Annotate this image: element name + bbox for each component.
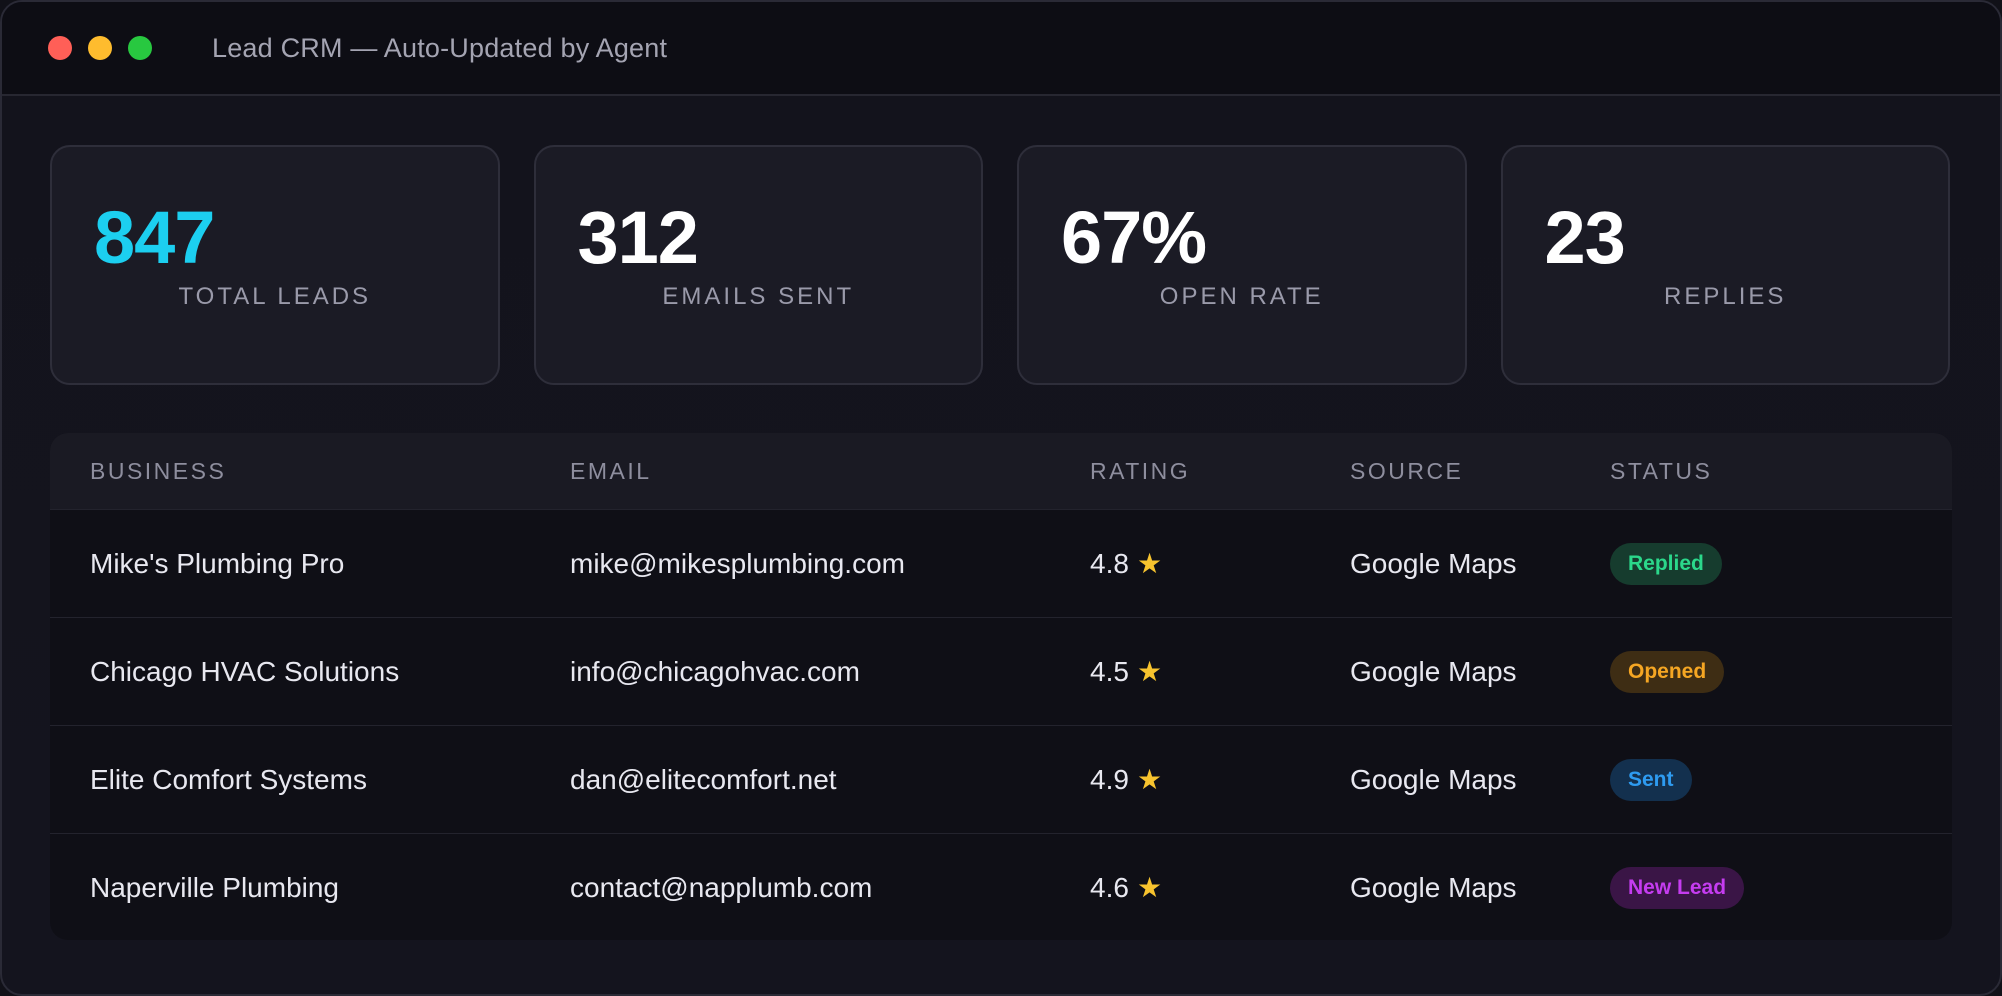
column-header-rating[interactable]: RATING xyxy=(1090,458,1350,485)
stat-card-open-rate: 67% OPEN RATE xyxy=(1017,145,1467,385)
rating-value: 4.8 xyxy=(1090,547,1129,579)
window-title: Lead CRM — Auto-Updated by Agent xyxy=(212,32,668,63)
stat-label: TOTAL LEADS xyxy=(178,283,372,310)
status-badge: Replied xyxy=(1610,542,1722,585)
status-cell: New Lead xyxy=(1610,866,1952,909)
business-name: Chicago HVAC Solutions xyxy=(90,655,400,687)
table-row[interactable]: Naperville Plumbing contact@napplumb.com… xyxy=(50,833,1952,940)
rating-cell: 4.8 ★ xyxy=(1090,547,1350,580)
stats-cards: 847 TOTAL LEADS 312 EMAILS SENT 67% OPEN… xyxy=(50,145,1950,385)
star-icon: ★ xyxy=(1136,656,1163,687)
source: Google Maps xyxy=(1350,547,1517,579)
status-badge: Sent xyxy=(1610,758,1692,801)
rating-value: 4.5 xyxy=(1090,655,1129,687)
column-header-source[interactable]: SOURCE xyxy=(1350,458,1610,485)
status-cell: Opened xyxy=(1610,650,1952,693)
column-header-email[interactable]: EMAIL xyxy=(570,458,1090,485)
stat-value: 312 xyxy=(577,196,699,279)
star-icon: ★ xyxy=(1136,548,1163,579)
email-address: info@chicagohvac.com xyxy=(570,655,860,687)
column-header-status[interactable]: STATUS xyxy=(1610,458,1952,485)
star-icon: ★ xyxy=(1136,764,1163,795)
rating-cell: 4.6 ★ xyxy=(1090,871,1350,904)
leads-table: BUSINESS EMAIL RATING SOURCE STATUS Mike… xyxy=(50,433,1952,940)
source: Google Maps xyxy=(1350,655,1517,687)
source: Google Maps xyxy=(1350,763,1517,795)
source: Google Maps xyxy=(1350,871,1517,903)
stat-value: 23 xyxy=(1544,196,1626,279)
star-icon: ★ xyxy=(1136,872,1163,903)
stat-label: REPLIES xyxy=(1664,283,1787,310)
stat-card-emails-sent: 312 EMAILS SENT xyxy=(533,145,983,385)
window-controls xyxy=(48,36,152,60)
maximize-window-button[interactable] xyxy=(128,36,152,60)
stat-card-total-leads: 847 TOTAL LEADS xyxy=(50,145,500,385)
table-row[interactable]: Chicago HVAC Solutions info@chicagohvac.… xyxy=(50,617,1952,725)
stat-value: 847 xyxy=(94,196,215,279)
column-header-business[interactable]: BUSINESS xyxy=(50,458,570,485)
email-address: dan@elitecomfort.net xyxy=(570,763,837,795)
rating-cell: 4.5 ★ xyxy=(1090,655,1350,688)
email-address: contact@napplumb.com xyxy=(570,871,873,903)
table-row[interactable]: Elite Comfort Systems dan@elitecomfort.n… xyxy=(50,725,1952,833)
app-window: Lead CRM — Auto-Updated by Agent 847 TOT… xyxy=(0,0,2002,996)
stat-label: OPEN RATE xyxy=(1159,283,1324,310)
status-badge: New Lead xyxy=(1610,866,1745,909)
table-header: BUSINESS EMAIL RATING SOURCE STATUS xyxy=(50,433,1952,509)
business-name: Elite Comfort Systems xyxy=(90,763,367,795)
minimize-window-button[interactable] xyxy=(88,36,112,60)
title-bar: Lead CRM — Auto-Updated by Agent xyxy=(2,2,2000,96)
business-name: Mike's Plumbing Pro xyxy=(90,547,345,579)
table-row[interactable]: Mike's Plumbing Pro mike@mikesplumbing.c… xyxy=(50,509,1952,617)
close-window-button[interactable] xyxy=(48,36,72,60)
status-cell: Replied xyxy=(1610,542,1952,585)
status-badge: Opened xyxy=(1610,650,1725,693)
stat-card-replies: 23 REPLIES xyxy=(1500,145,1950,385)
rating-value: 4.9 xyxy=(1090,763,1129,795)
rating-cell: 4.9 ★ xyxy=(1090,763,1350,796)
status-cell: Sent xyxy=(1610,758,1952,801)
stat-label: EMAILS SENT xyxy=(662,283,855,310)
email-address: mike@mikesplumbing.com xyxy=(570,547,905,579)
rating-value: 4.6 xyxy=(1090,871,1129,903)
business-name: Naperville Plumbing xyxy=(90,871,340,903)
stat-value: 67% xyxy=(1061,196,1207,279)
